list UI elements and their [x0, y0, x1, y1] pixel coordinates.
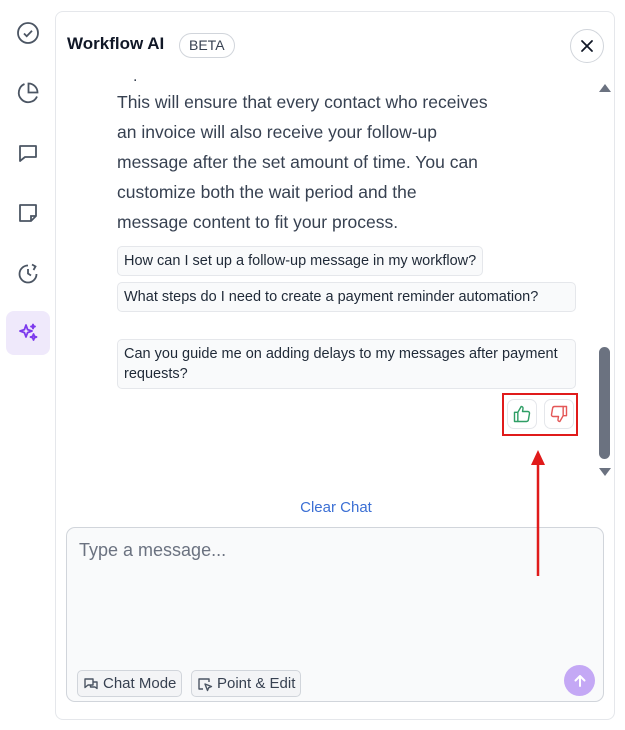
message-line: message content to fit your process. — [117, 212, 399, 232]
message-line: an invoice will also receive your follow… — [117, 122, 438, 142]
partial-text: . — [133, 74, 138, 85]
point-edit-label: Point & Edit — [217, 675, 296, 692]
beta-badge: BETA — [179, 33, 235, 58]
message-input[interactable] — [79, 540, 579, 660]
rail-ai-button[interactable] — [6, 311, 50, 355]
panel-title: Workflow AI — [67, 34, 165, 53]
message-composer: Chat Mode Point & Edit — [66, 527, 604, 702]
rail-notes-button[interactable] — [6, 191, 50, 235]
panel-header: Workflow AI BETA — [56, 12, 614, 74]
check-circle-icon — [17, 22, 39, 44]
thumbs-up-icon — [513, 405, 531, 423]
rail-history-button[interactable] — [6, 251, 50, 295]
assistant-message: This will ensure that every contact who … — [117, 87, 537, 237]
note-icon — [19, 204, 37, 222]
chat-mode-button[interactable]: Chat Mode — [77, 670, 183, 697]
rail-conversations-button[interactable] — [6, 131, 50, 175]
left-rail — [0, 0, 56, 730]
clear-chat-link[interactable]: Clear Chat — [56, 499, 614, 516]
chat-bubble-icon — [84, 677, 98, 689]
chat-bubble-icon — [19, 145, 37, 162]
thumbs-down-icon — [550, 405, 568, 423]
workflow-ai-panel: Workflow AI BETA . This will ensure that… — [55, 11, 615, 720]
close-button[interactable] — [570, 29, 604, 63]
send-button[interactable] — [564, 665, 595, 696]
suggestion-chip[interactable]: How can I set up a follow-up message in … — [117, 246, 484, 276]
close-icon — [581, 40, 593, 52]
scroll-up-arrow[interactable] — [599, 84, 611, 92]
message-line: message after the set amount of time. Yo… — [117, 152, 478, 172]
rail-check-button[interactable] — [6, 11, 50, 55]
rail-reports-button[interactable] — [6, 71, 50, 115]
thumbs-up-button[interactable] — [507, 399, 537, 429]
arrow-up-icon — [574, 674, 585, 687]
pie-chart-icon — [17, 82, 39, 104]
history-icon — [18, 263, 38, 284]
suggestion-chip[interactable]: What steps do I need to create a payment… — [117, 282, 576, 312]
sparkle-icon — [19, 323, 38, 341]
scrollbar-thumb[interactable] — [599, 347, 610, 459]
chat-mode-label: Chat Mode — [103, 675, 177, 692]
suggestion-chip[interactable]: Can you guide me on adding delays to my … — [117, 339, 576, 389]
scroll-down-arrow[interactable] — [599, 468, 611, 476]
point-edit-button[interactable]: Point & Edit — [191, 670, 302, 697]
thumbs-down-button[interactable] — [544, 399, 574, 429]
message-line: customize both the wait period and the — [117, 182, 417, 202]
pointer-edit-icon — [198, 677, 213, 691]
message-line: This will ensure that every contact who … — [117, 92, 488, 112]
